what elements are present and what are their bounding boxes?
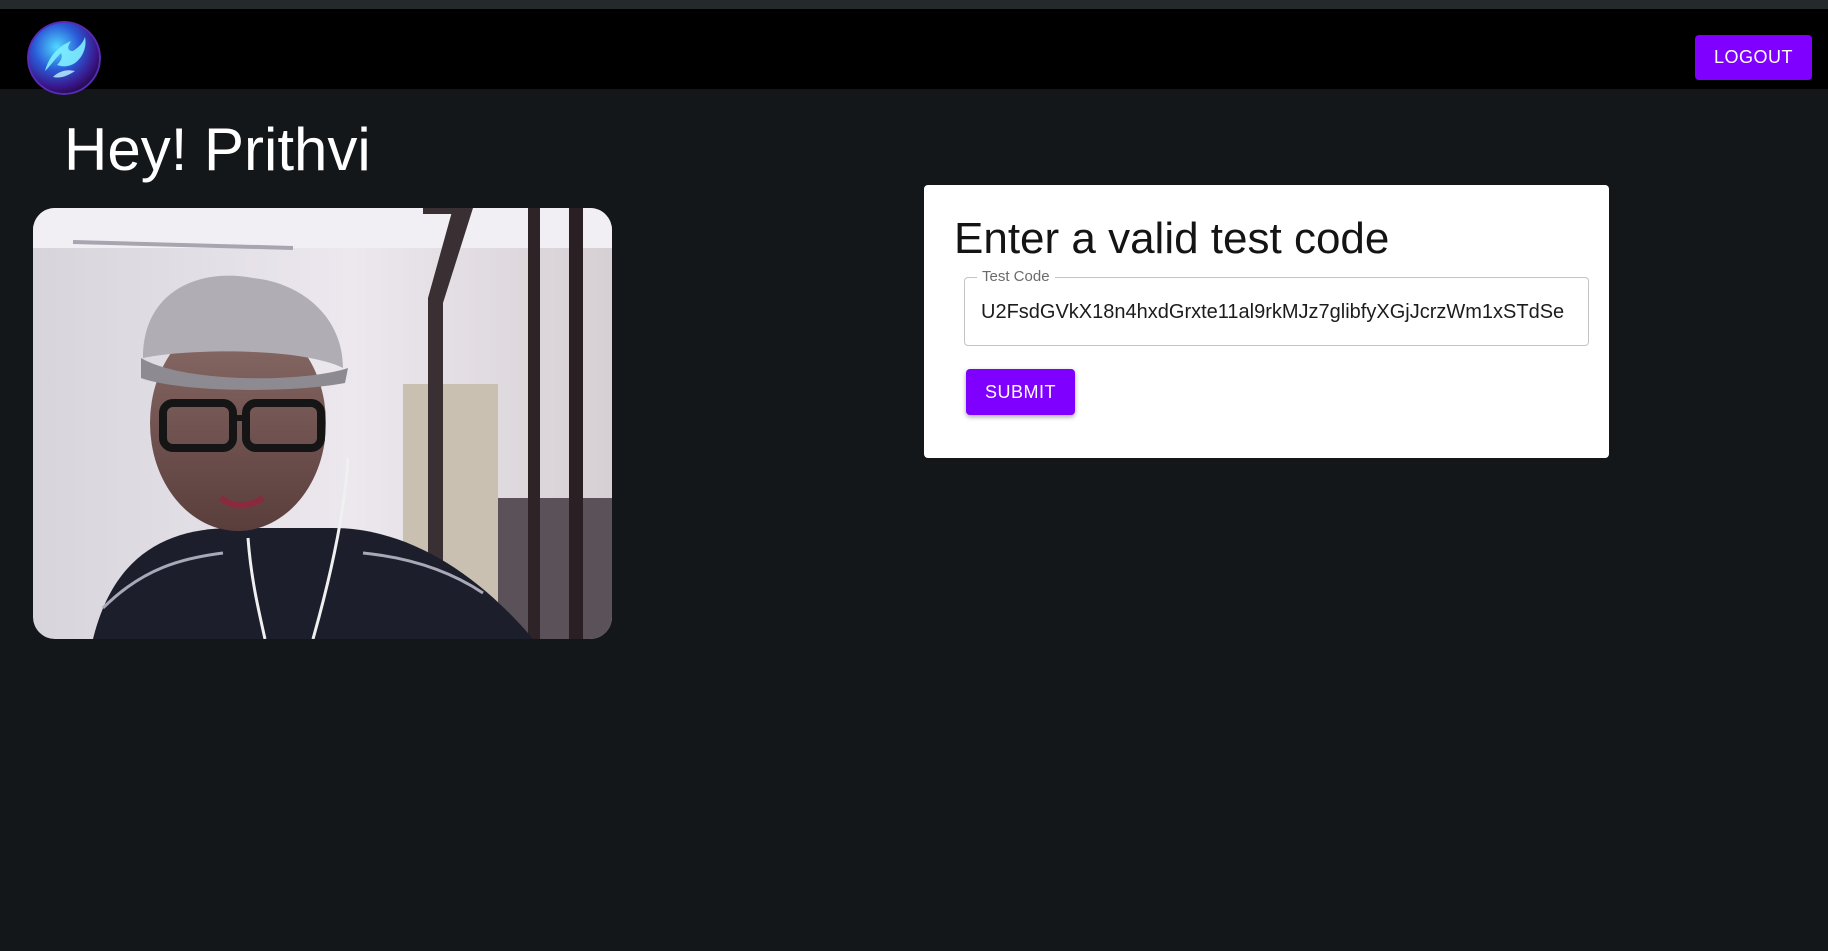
dragon-logo-icon[interactable] <box>27 21 101 95</box>
greeting-heading: Hey! Prithvi <box>64 116 371 183</box>
test-code-input[interactable] <box>981 298 1571 326</box>
card-title: Enter a valid test code <box>954 214 1390 263</box>
submit-button[interactable]: SUBMIT <box>966 369 1075 415</box>
navbar: LOGOUT <box>0 9 1828 95</box>
test-code-label: Test Code <box>977 268 1055 286</box>
browser-top-strip <box>0 0 1828 9</box>
test-code-card: Enter a valid test code Test Code SUBMIT <box>924 185 1609 458</box>
test-code-field[interactable]: Test Code <box>964 268 1589 346</box>
logout-button[interactable]: LOGOUT <box>1695 35 1812 80</box>
webcam-feed <box>33 208 612 639</box>
